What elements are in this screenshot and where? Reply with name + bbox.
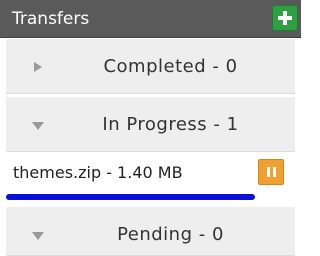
section-in-progress[interactable]: In Progress - 1 [6, 96, 295, 152]
add-transfer-button[interactable] [272, 5, 298, 31]
section-in-progress-label: In Progress - 1 [102, 114, 239, 135]
section-pending[interactable]: Pending - 0 [6, 206, 295, 256]
section-completed[interactable]: Completed - 0 [6, 38, 295, 94]
transfer-item: themes.zip - 1.40 MB [0, 152, 301, 206]
transfer-file-name: themes.zip - 1.40 MB [13, 163, 183, 182]
section-pending-label: Pending - 0 [117, 224, 224, 245]
plus-icon [278, 11, 292, 25]
panel-header: Transfers [0, 0, 301, 38]
transfer-progress-fill [6, 194, 255, 200]
expanded-arrow-icon [32, 122, 44, 130]
expanded-arrow-icon [32, 232, 44, 240]
pause-button[interactable] [258, 159, 284, 185]
transfers-panel: Transfers Completed - 0 In Progress - 1 … [0, 0, 301, 256]
transfer-progress-bar [6, 194, 295, 200]
collapsed-arrow-icon [34, 62, 42, 72]
section-completed-label: Completed - 0 [103, 56, 238, 77]
panel-title: Transfers [12, 9, 90, 29]
